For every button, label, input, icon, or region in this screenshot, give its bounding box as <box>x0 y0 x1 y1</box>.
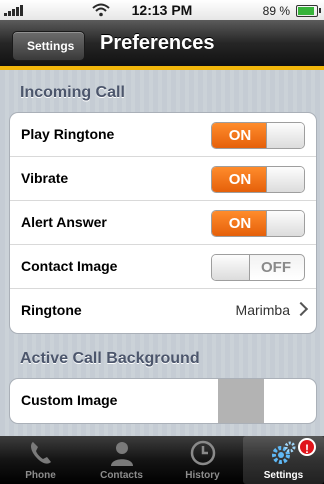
gears-icon <box>272 441 296 464</box>
tab-contacts[interactable]: Contacts <box>81 436 162 484</box>
tab-label: Contacts <box>100 470 143 481</box>
row-label: Ringtone <box>21 302 82 318</box>
clock-icon <box>190 440 216 466</box>
row-label: Custom Image <box>21 392 118 408</box>
chevron-right-icon <box>293 301 309 317</box>
navigation-bar: Settings Preferences <box>0 20 324 70</box>
alert-answer-toggle[interactable]: ON <box>211 210 305 237</box>
incoming-call-group: Play Ringtone ON Vibrate ON Alert Answer… <box>9 112 317 334</box>
row-label: Alert Answer <box>21 214 107 230</box>
phone-handset-icon <box>31 442 51 464</box>
row-play-ringtone: Play Ringtone ON <box>10 113 316 157</box>
back-button-label: Settings <box>27 39 75 53</box>
ringtone-value: Marimba <box>235 302 290 318</box>
battery-icon <box>296 5 321 17</box>
page-title: Preferences <box>100 32 215 54</box>
row-alert-answer: Alert Answer ON <box>10 201 316 245</box>
tab-label: Phone <box>25 470 56 481</box>
row-contact-image: Contact Image OFF <box>10 245 316 289</box>
tab-bar: Phone Contacts History ! Settings <box>0 436 324 484</box>
section-header-incoming-call: Incoming Call <box>20 84 125 101</box>
battery-percent: 89 % <box>262 4 290 18</box>
notification-badge: ! <box>298 438 316 456</box>
contact-image-toggle[interactable]: OFF <box>211 254 305 281</box>
custom-image-thumbnail[interactable] <box>218 379 264 423</box>
person-icon <box>111 442 133 466</box>
tab-settings[interactable]: ! Settings <box>243 436 324 484</box>
row-label: Contact Image <box>21 258 118 274</box>
tab-phone[interactable]: Phone <box>0 436 81 484</box>
row-vibrate: Vibrate ON <box>10 157 316 201</box>
settings-list: Incoming Call Play Ringtone ON Vibrate O… <box>0 70 324 436</box>
row-ringtone[interactable]: Ringtone Marimba <box>10 289 316 333</box>
row-label: Play Ringtone <box>21 126 115 142</box>
tab-label: History <box>185 470 220 481</box>
tab-label: Settings <box>263 470 304 481</box>
section-header-active-call-background: Active Call Background <box>20 350 200 367</box>
play-ringtone-toggle[interactable]: ON <box>211 122 305 149</box>
tab-history[interactable]: History <box>162 436 243 484</box>
active-call-background-group: Custom Image <box>9 378 317 424</box>
row-custom-image[interactable]: Custom Image <box>10 379 316 423</box>
back-button[interactable]: Settings <box>12 31 86 61</box>
row-label: Vibrate <box>21 170 69 186</box>
vibrate-toggle[interactable]: ON <box>211 166 305 193</box>
status-bar: 12:13 PM 89 % <box>0 0 324 21</box>
